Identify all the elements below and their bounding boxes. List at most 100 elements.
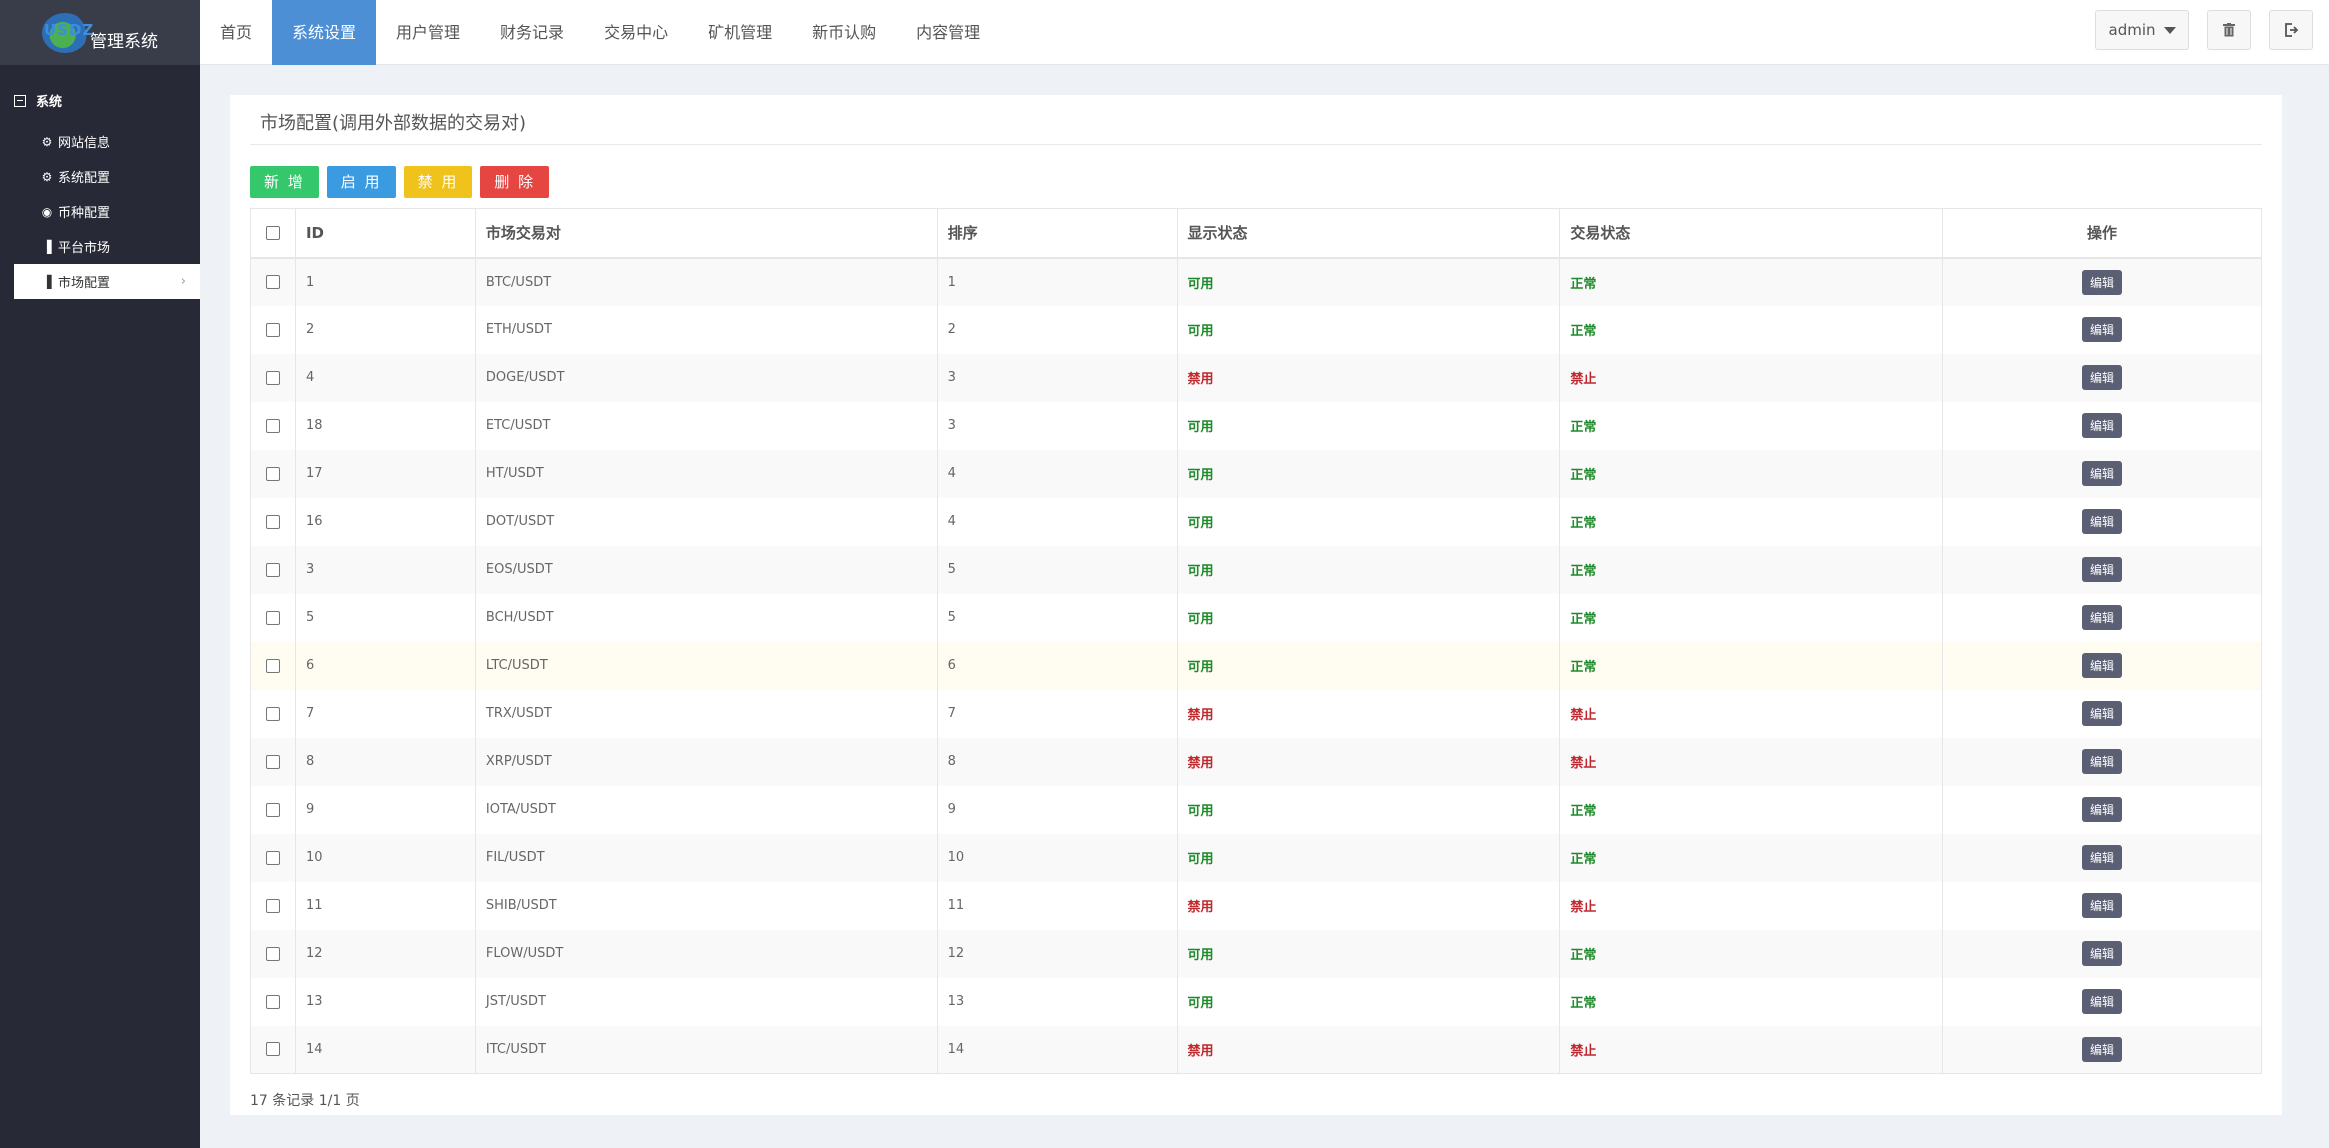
col-trade-status[interactable]: 交易状态: [1559, 208, 1944, 258]
table-row: 16 DOT/USDT 4 可用 正常 编辑: [250, 497, 2262, 546]
row-checkbox[interactable]: [265, 946, 280, 961]
cell-actions: 编辑: [1943, 978, 2262, 1026]
cell-display-status: 可用: [1177, 833, 1561, 882]
col-display-status[interactable]: 显示状态: [1177, 208, 1561, 258]
sidebar-item-4[interactable]: ▐ 市场配置 ›: [14, 264, 200, 299]
cell-pair: FLOW/USDT: [475, 929, 938, 978]
edit-button[interactable]: 编辑: [2082, 989, 2123, 1014]
row-checkbox[interactable]: [265, 898, 280, 913]
row-checkbox[interactable]: [265, 514, 280, 529]
row-checkbox[interactable]: [265, 562, 280, 577]
cell-id: 5: [295, 593, 476, 642]
cell-trade-status: 正常: [1559, 977, 1944, 1026]
delete-button[interactable]: 删 除: [480, 166, 550, 198]
cell-pair: EOS/USDT: [475, 545, 938, 594]
row-checkbox[interactable]: [265, 370, 280, 385]
col-id[interactable]: ID: [295, 208, 476, 258]
row-checkbox[interactable]: [265, 275, 280, 289]
cell-id: 6: [295, 641, 476, 690]
cell-id: 1: [295, 257, 476, 306]
top-nav-item-2[interactable]: 用户管理: [376, 0, 480, 65]
cell-display-status: 禁用: [1177, 881, 1561, 930]
top-nav-item-6[interactable]: 新币认购: [792, 0, 896, 65]
cell-trade-status: 正常: [1559, 785, 1944, 834]
table-row: 5 BCH/USDT 5 可用 正常 编辑: [250, 593, 2262, 642]
edit-button[interactable]: 编辑: [2082, 1036, 2123, 1062]
logout-icon: [2285, 23, 2298, 37]
edit-button[interactable]: 编辑: [2082, 509, 2123, 534]
table-row: 3 EOS/USDT 5 可用 正常 编辑: [250, 545, 2262, 594]
table-row: 1 BTC/USDT 1 可用 正常 编辑: [250, 257, 2262, 306]
row-checkbox[interactable]: [265, 850, 280, 865]
cell-trade-status: 正常: [1559, 497, 1944, 546]
edit-button[interactable]: 编辑: [2082, 557, 2123, 582]
row-checkbox[interactable]: [265, 466, 280, 481]
edit-button[interactable]: 编辑: [2082, 269, 2123, 295]
row-checkbox[interactable]: [265, 754, 280, 769]
cell-display-status: 可用: [1177, 497, 1561, 546]
sidebar-group-system[interactable]: 系统: [0, 65, 200, 110]
row-checkbox[interactable]: [265, 994, 280, 1009]
cell-sort: 9: [937, 785, 1178, 834]
cell-actions: 编辑: [1943, 834, 2262, 882]
row-checkbox[interactable]: [265, 322, 280, 337]
edit-button[interactable]: 编辑: [2082, 797, 2123, 822]
cell-id: 16: [295, 497, 476, 546]
gear-icon: ⚙: [41, 134, 53, 149]
edit-button[interactable]: 编辑: [2082, 605, 2123, 630]
top-nav-item-3[interactable]: 财务记录: [480, 0, 584, 65]
cell-actions: 编辑: [1943, 498, 2262, 546]
row-select-cell: [250, 449, 296, 498]
row-checkbox[interactable]: [265, 802, 280, 817]
edit-button[interactable]: 编辑: [2082, 701, 2123, 726]
top-nav-item-4[interactable]: 交易中心: [584, 0, 688, 65]
row-select-cell: [250, 977, 296, 1026]
sidebar-item-1[interactable]: ⚙ 系统配置: [0, 159, 200, 194]
enable-button[interactable]: 启 用: [326, 166, 396, 198]
top-nav-item-0[interactable]: 首页: [200, 0, 272, 65]
row-checkbox[interactable]: [265, 706, 280, 721]
cell-actions: 编辑: [1943, 546, 2262, 594]
row-checkbox[interactable]: [265, 610, 280, 625]
logout-button[interactable]: [2269, 10, 2313, 50]
top-nav-item-7[interactable]: 内容管理: [896, 0, 1000, 65]
sidebar-item-3[interactable]: ▐ 平台市场: [0, 229, 200, 264]
col-pair[interactable]: 市场交易对: [475, 208, 938, 258]
cell-id: 7: [295, 689, 476, 738]
edit-button[interactable]: 编辑: [2082, 317, 2123, 342]
edit-button[interactable]: 编辑: [2082, 845, 2123, 870]
table-row: 18 ETC/USDT 3 可用 正常 编辑: [250, 401, 2262, 450]
cell-actions: 编辑: [1943, 258, 2262, 306]
clear-cache-button[interactable]: [2207, 10, 2251, 50]
top-nav-item-1[interactable]: 系统设置: [272, 0, 377, 65]
logo[interactable]: USDZ 管理系统: [0, 0, 200, 65]
sidebar-item-label: 网站信息: [58, 136, 111, 151]
edit-button[interactable]: 编辑: [2082, 653, 2123, 678]
sidebar-item-2[interactable]: ◉ 币种配置: [0, 194, 200, 229]
row-checkbox[interactable]: [265, 1042, 280, 1057]
cell-trade-status: 正常: [1559, 833, 1944, 882]
row-checkbox[interactable]: [265, 418, 280, 433]
edit-button[interactable]: 编辑: [2082, 365, 2123, 390]
edit-button[interactable]: 编辑: [2082, 749, 2123, 774]
select-all-checkbox[interactable]: [265, 226, 280, 241]
col-sort[interactable]: 排序: [937, 208, 1178, 258]
logo-icon: USDZ: [42, 12, 93, 53]
edit-button[interactable]: 编辑: [2082, 461, 2123, 486]
sidebar-item-0[interactable]: ⚙ 网站信息: [0, 124, 200, 159]
row-select-cell: [250, 641, 296, 690]
top-nav-item-5[interactable]: 矿机管理: [688, 0, 792, 65]
cell-display-status: 可用: [1177, 593, 1561, 642]
row-checkbox[interactable]: [265, 658, 280, 673]
cell-id: 8: [295, 737, 476, 786]
edit-button[interactable]: 编辑: [2082, 893, 2123, 918]
cell-sort: 6: [937, 641, 1178, 690]
add-button[interactable]: 新 增: [250, 166, 319, 198]
user-menu-button[interactable]: admin: [2095, 10, 2189, 50]
row-select-cell: [250, 929, 296, 978]
edit-button[interactable]: 编辑: [2082, 413, 2123, 438]
disable-button[interactable]: 禁 用: [403, 166, 473, 198]
title-divider: [250, 144, 2262, 145]
edit-button[interactable]: 编辑: [2082, 941, 2123, 966]
cell-id: 13: [295, 977, 476, 1026]
